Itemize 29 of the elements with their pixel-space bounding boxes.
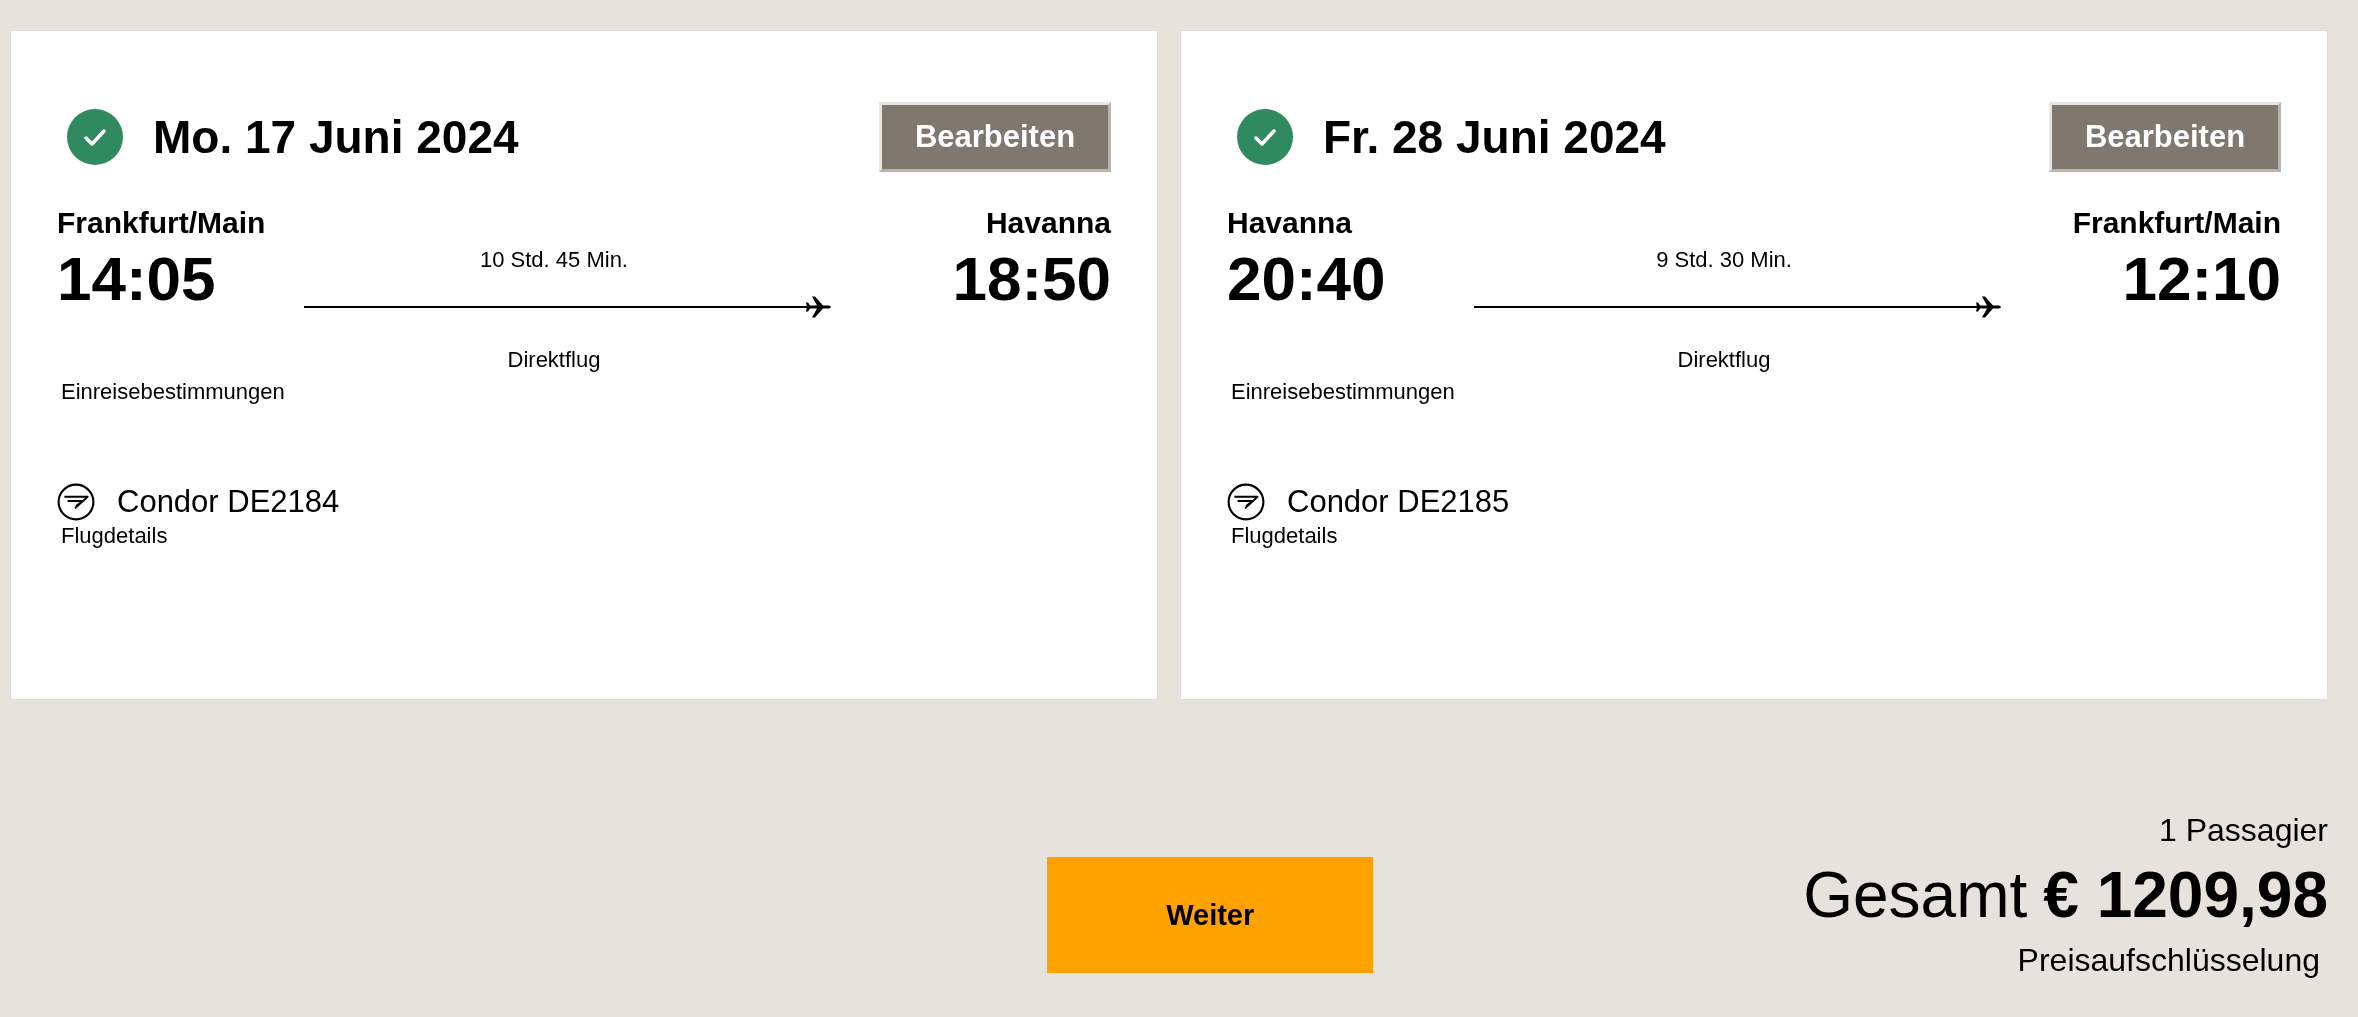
total-price: € 1209,98 [2043, 858, 2328, 932]
flight-date: Mo. 17 Juni 2024 [153, 110, 520, 164]
flight-duration: 10 Std. 45 Min. [480, 246, 628, 274]
passenger-count: 1 Passagier [2159, 811, 2328, 850]
arrival-time: 18:50 [952, 243, 1111, 315]
origin-city: Frankfurt/Main [57, 205, 267, 241]
flight-details-link[interactable]: Flugdetails [1231, 521, 1338, 551]
total-label: Gesamt [1803, 858, 2028, 932]
destination-city: Frankfurt/Main [2072, 205, 2281, 241]
stops-label: Direktflug [507, 346, 601, 374]
origin-city: Havanna [1227, 205, 1354, 241]
entry-requirements-link[interactable]: Einreisebestimmungen [1231, 377, 1455, 407]
continue-button[interactable]: Weiter [1047, 857, 1374, 973]
edit-button[interactable]: Bearbeiten [879, 102, 1111, 172]
airline-flight-number: Condor DE2184 [117, 484, 340, 520]
edit-button[interactable]: Bearbeiten [2049, 102, 2281, 172]
arrival-time: 12:10 [2122, 243, 2281, 315]
destination-city: Havanna [985, 205, 1111, 241]
airline-logo-icon [1227, 483, 1265, 521]
flight-date: Fr. 28 Juni 2024 [1323, 110, 1667, 164]
stops-label: Direktflug [1677, 346, 1771, 374]
airline-flight-number: Condor DE2185 [1287, 484, 1510, 520]
flight-details-link[interactable]: Flugdetails [61, 521, 168, 551]
price-breakdown-link[interactable]: Preisaufschlüsselung [2017, 940, 2320, 980]
airline-logo-icon [57, 483, 95, 521]
flight-duration: 9 Std. 30 Min. [1656, 246, 1792, 274]
departure-time: 14:05 [57, 243, 217, 315]
departure-time: 20:40 [1227, 243, 1387, 315]
entry-requirements-link[interactable]: Einreisebestimmungen [61, 377, 285, 407]
